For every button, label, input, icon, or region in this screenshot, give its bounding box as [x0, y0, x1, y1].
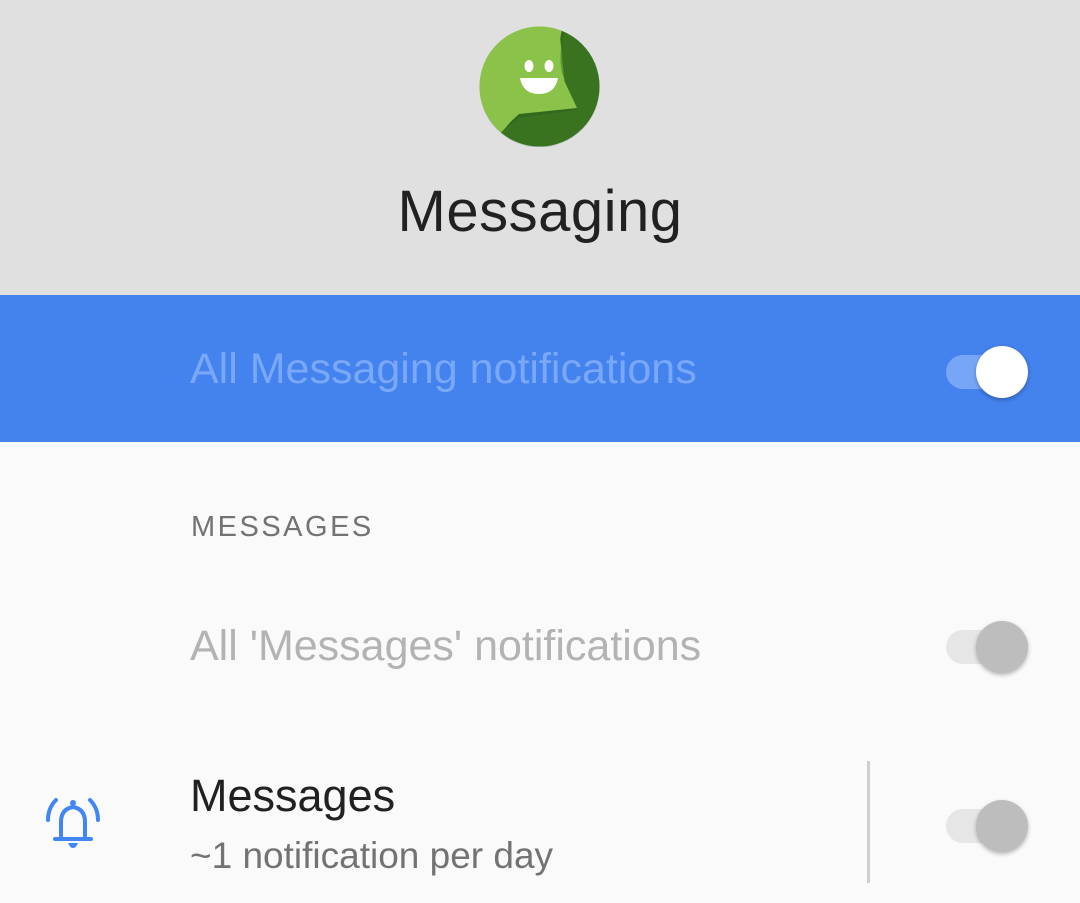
switch-thumb	[976, 346, 1028, 398]
channel-title[interactable]: Messages	[190, 770, 395, 822]
channel-switch[interactable]	[946, 793, 1030, 853]
all-messages-notifications-switch	[946, 614, 1030, 674]
vertical-divider	[867, 761, 870, 883]
switch-thumb	[976, 800, 1028, 852]
app-title: Messaging	[397, 179, 683, 244]
bell-icon	[46, 798, 100, 848]
channel-summary: ~1 notification per day	[190, 835, 554, 876]
all-messages-notifications-label: All 'Messages' notifications	[190, 622, 702, 670]
master-notification-switch[interactable]	[946, 339, 1030, 399]
category-header: MESSAGES	[191, 511, 374, 543]
app-header: Messaging	[0, 0, 1080, 295]
messaging-app-icon	[479, 26, 600, 147]
switch-thumb	[976, 621, 1028, 673]
master-notification-label: All Messaging notifications	[190, 345, 697, 393]
